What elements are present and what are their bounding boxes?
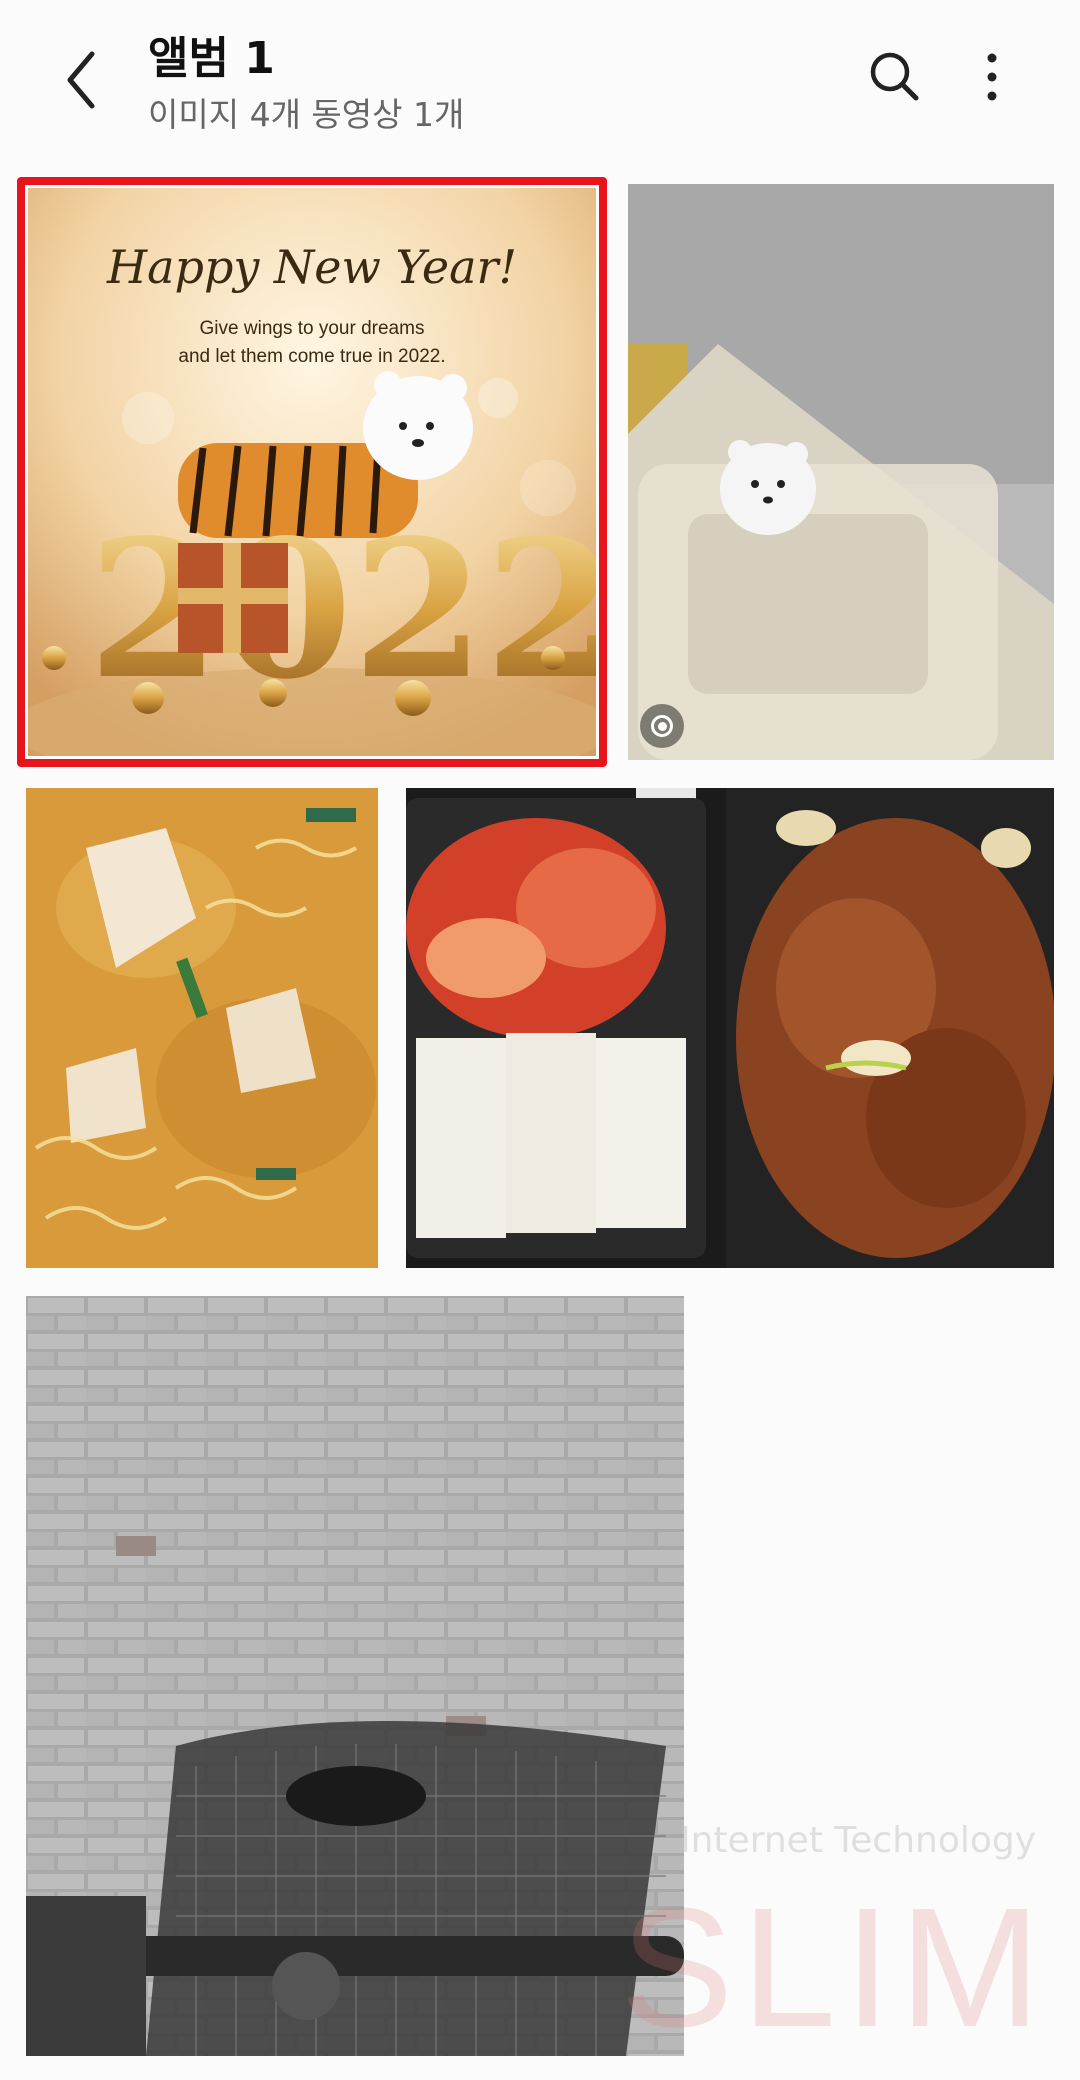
photo-thumbnail-new-year-card[interactable]: 2022 Happy New Year! Give wings to your … [28,188,596,756]
chevron-left-icon [67,51,95,109]
card-text-line-1: Give wings to your dreams [199,318,425,339]
more-options-button[interactable] [972,42,1012,112]
photo-thumbnail-bicycle-basket[interactable] [26,1296,684,2056]
video-record-icon [651,715,673,737]
bear-figure-video-frame [628,184,1054,760]
back-button[interactable] [52,40,116,120]
watermark-logo: SLIM [620,1873,1049,2063]
card-headline: Happy New Year! [106,240,517,294]
bicycle-basket-photo [26,1296,684,2056]
side-dishes-photo [406,788,1054,1268]
search-button[interactable] [860,42,930,112]
video-thumbnail[interactable] [628,184,1054,760]
stew-photo [26,788,378,1268]
card-text-line-2: and let them come true in 2022. [178,346,446,367]
album-screen: 앨범 1 이미지 4개 동영상 1개 2022 Happy New Year! … [0,0,1080,2080]
card-numerals: 2022 [88,498,596,721]
album-title: 앨범 1 [148,33,275,84]
more-vertical-icon [987,53,997,101]
watermark-text: Internet Technology [680,1820,1037,1861]
photo-thumbnail-side-dishes[interactable] [406,788,1054,1268]
video-badge [640,704,684,748]
album-item-count: 이미지 4개 동영상 1개 [148,95,465,134]
search-icon [870,52,919,101]
photo-thumbnail-stew[interactable] [26,788,378,1268]
